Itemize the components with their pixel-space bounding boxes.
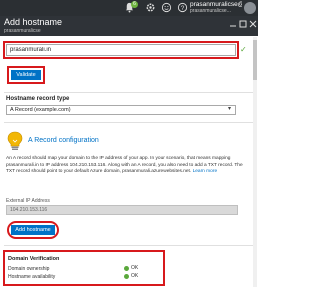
- scrollbar-thumb[interactable]: [253, 40, 257, 80]
- ok-check-icon: [124, 266, 129, 271]
- domain-ownership-label: Domain ownership: [8, 266, 50, 272]
- notification-badge: 6: [131, 1, 138, 8]
- blade-subtitle: prasanmuralicse: [4, 28, 41, 34]
- help-icon[interactable]: ?: [177, 2, 188, 13]
- record-type-label: Hostname record type: [6, 96, 70, 102]
- ok-check-icon: [124, 274, 129, 279]
- blade-title: Add hostname: [4, 17, 63, 27]
- external-ip-label: External IP Address: [6, 198, 50, 204]
- record-type-select[interactable]: A Record (example.com): [6, 105, 236, 115]
- external-ip-field: 104.210.153.116: [6, 205, 238, 215]
- gear-icon[interactable]: [145, 2, 156, 13]
- blade-header: Add hostname prasanmuralicse: [0, 16, 258, 36]
- lightbulb-icon: [7, 131, 23, 150]
- domain-ownership-status: OK: [131, 265, 139, 271]
- a-record-config-title: A Record configuration: [28, 137, 99, 144]
- avatar[interactable]: [244, 2, 256, 14]
- domain-verification-title: Domain Verification: [8, 256, 60, 262]
- portal-top-bar: 6 ? prasanmuralicse@... prasanmuralicse.…: [0, 0, 258, 16]
- user-directory: prasanmuralicse...: [190, 8, 231, 14]
- divider: [4, 245, 254, 246]
- divider: [4, 92, 254, 93]
- add-hostname-button[interactable]: Add hostname: [11, 225, 55, 235]
- feedback-smiley-icon[interactable]: [161, 2, 172, 13]
- minimize-icon[interactable]: [228, 19, 238, 29]
- divider: [4, 122, 254, 123]
- close-icon[interactable]: [248, 19, 258, 29]
- hostname-availability-label: Hostname availability: [8, 274, 56, 280]
- maximize-icon[interactable]: [238, 19, 248, 29]
- learn-more-link[interactable]: Learn more: [193, 169, 218, 174]
- user-email[interactable]: prasanmuralicse@...: [190, 1, 242, 8]
- valid-check-icon: ✓: [240, 45, 247, 54]
- hostname-availability-status: OK: [131, 273, 139, 279]
- hostname-input[interactable]: [6, 44, 236, 56]
- chevron-down-icon: ▾: [228, 106, 232, 112]
- validate-button[interactable]: Validate: [11, 70, 41, 80]
- a-record-description: An A record should map your domain to th…: [6, 156, 246, 176]
- svg-text:?: ?: [181, 5, 185, 12]
